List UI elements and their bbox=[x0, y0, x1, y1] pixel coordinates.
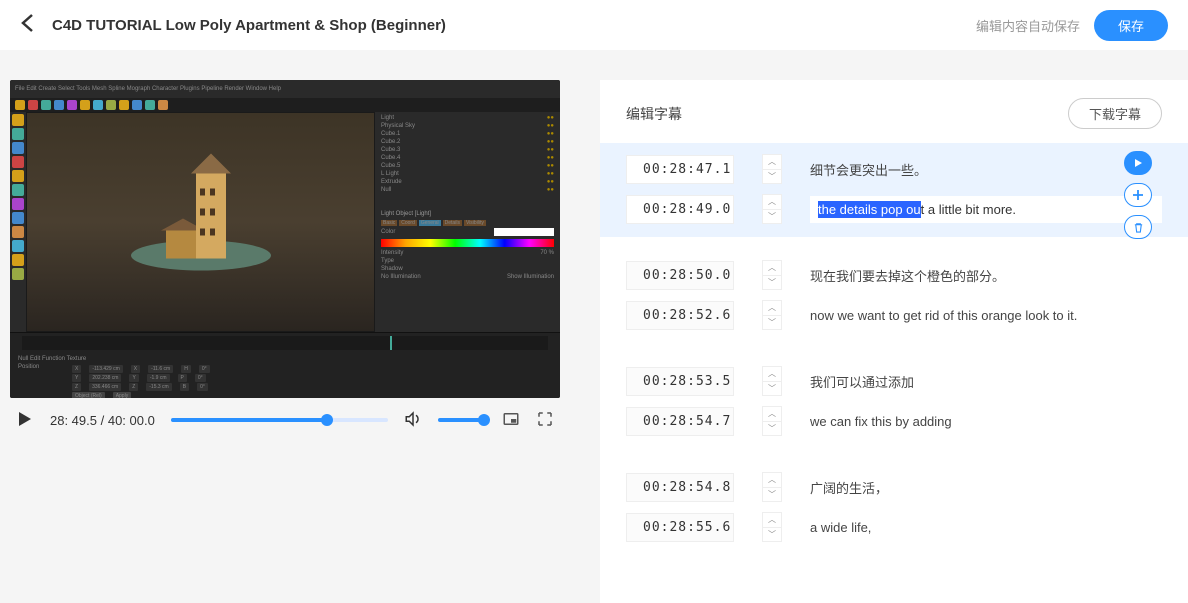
subtitle-row: 00:28:54.8 ︿﹀ 广阔的生活， bbox=[626, 467, 1162, 507]
time-spinner[interactable]: ︿﹀ bbox=[762, 406, 782, 436]
main: File Edit Create Select Tools Mesh Splin… bbox=[0, 50, 1188, 603]
fullscreen-icon[interactable] bbox=[536, 410, 554, 431]
c4d-3d-viewport bbox=[26, 112, 375, 332]
timestamp-input[interactable]: 00:28:54.8 bbox=[626, 473, 734, 502]
subtitle-text[interactable]: 细节会更突出一些。 bbox=[810, 160, 1162, 179]
pip-icon[interactable] bbox=[502, 410, 520, 431]
c4d-menubar: File Edit Create Select Tools Mesh Splin… bbox=[10, 80, 560, 98]
volume-slider[interactable] bbox=[438, 418, 486, 422]
subtitle-row: 00:28:52.6 ︿﹀ now we want to get rid of … bbox=[626, 295, 1162, 335]
subtitle-text[interactable]: 我们可以通过添加 bbox=[810, 372, 1162, 391]
subtitle-panel-title: 编辑字幕 bbox=[626, 104, 682, 124]
auto-save-label: 编辑内容自动保存 bbox=[976, 16, 1080, 35]
header-left: C4D TUTORIAL Low Poly Apartment & Shop (… bbox=[20, 13, 446, 37]
subtitle-panel: 编辑字幕 下载字幕 00:28:47.1 ︿ ﹀ 细节会更突出一些。 00:28… bbox=[600, 80, 1188, 603]
timestamp-input[interactable]: 00:28:47.1 bbox=[626, 155, 734, 184]
time-spinner[interactable]: ︿ ﹀ bbox=[762, 154, 782, 184]
save-button[interactable]: 保存 bbox=[1094, 10, 1168, 41]
progress-bar[interactable] bbox=[171, 418, 388, 422]
spin-down-icon: ﹀ bbox=[763, 210, 781, 224]
c4d-left-toolbar bbox=[10, 112, 26, 332]
subtitle-row: 00:28:54.7 ︿﹀ we can fix this by adding bbox=[626, 401, 1162, 441]
video-viewport[interactable]: File Edit Create Select Tools Mesh Splin… bbox=[10, 80, 560, 398]
subtitle-row: 00:28:53.5 ︿﹀ 我们可以通过添加 bbox=[626, 361, 1162, 401]
time-spinner[interactable]: ︿﹀ bbox=[762, 366, 782, 396]
subtitle-panel-header: 编辑字幕 下载字幕 bbox=[600, 80, 1188, 143]
timestamp-input[interactable]: 00:28:54.7 bbox=[626, 407, 734, 436]
subtitle-row: 00:28:49.0 ︿ ﹀ the details pop out a lit… bbox=[626, 189, 1162, 229]
c4d-body: Light●● Physical Sky●● Cube.1●● Cube.2●●… bbox=[10, 112, 560, 332]
play-button[interactable] bbox=[16, 410, 34, 431]
subtitle-text[interactable]: 现在我们要去掉这个橙色的部分。 bbox=[810, 266, 1162, 285]
page-title: C4D TUTORIAL Low Poly Apartment & Shop (… bbox=[52, 17, 446, 34]
subtitle-text[interactable]: we can fix this by adding bbox=[810, 414, 1162, 429]
subtitle-block[interactable]: 00:28:54.8 ︿﹀ 广阔的生活， 00:28:55.6 ︿﹀ a wid… bbox=[600, 461, 1188, 555]
delete-subtitle-button[interactable] bbox=[1124, 215, 1152, 239]
subtitle-row: 00:28:50.0 ︿﹀ 现在我们要去掉这个橙色的部分。 bbox=[626, 255, 1162, 295]
download-subtitle-button[interactable]: 下载字幕 bbox=[1068, 98, 1162, 129]
time-spinner[interactable]: ︿ ﹀ bbox=[762, 194, 782, 224]
subtitle-block[interactable]: 00:28:53.5 ︿﹀ 我们可以通过添加 00:28:54.7 ︿﹀ we … bbox=[600, 355, 1188, 449]
time-spinner[interactable]: ︿﹀ bbox=[762, 472, 782, 502]
header-bar: C4D TUTORIAL Low Poly Apartment & Shop (… bbox=[0, 0, 1188, 50]
subtitle-block[interactable]: 00:28:50.0 ︿﹀ 现在我们要去掉这个橙色的部分。 00:28:52.6… bbox=[600, 249, 1188, 343]
subtitle-text[interactable]: 广阔的生活， bbox=[810, 478, 1162, 497]
spin-down-icon: ﹀ bbox=[763, 170, 781, 184]
time-spinner[interactable]: ︿﹀ bbox=[762, 512, 782, 542]
time-spinner[interactable]: ︿﹀ bbox=[762, 300, 782, 330]
timestamp-input[interactable]: 00:28:52.6 bbox=[626, 301, 734, 330]
timestamp-input[interactable]: 00:28:50.0 bbox=[626, 261, 734, 290]
subtitle-text-input[interactable]: the details pop out a little bit more. bbox=[810, 196, 1162, 223]
c4d-toolbar bbox=[10, 98, 560, 112]
timestamp-input[interactable]: 00:28:53.5 bbox=[626, 367, 734, 396]
c4d-scene-panel: Light●● Physical Sky●● Cube.1●● Cube.2●●… bbox=[375, 112, 560, 332]
header-right: 编辑内容自动保存 保存 bbox=[976, 10, 1168, 41]
time-spinner[interactable]: ︿﹀ bbox=[762, 260, 782, 290]
c4d-timeline-panel: Null Edit Function Texture Position X-11… bbox=[10, 332, 560, 398]
timestamp-input[interactable]: 00:28:55.6 bbox=[626, 513, 734, 542]
volume-icon[interactable] bbox=[404, 410, 422, 431]
add-subtitle-button[interactable] bbox=[1124, 183, 1152, 207]
subtitle-row: 00:28:55.6 ︿﹀ a wide life, bbox=[626, 507, 1162, 547]
subtitle-text[interactable]: now we want to get rid of this orange lo… bbox=[810, 308, 1162, 323]
video-controls: 28: 49.5 / 40: 00.0 bbox=[10, 398, 560, 442]
spin-up-icon: ︿ bbox=[763, 195, 781, 210]
time-display: 28: 49.5 / 40: 00.0 bbox=[50, 413, 155, 428]
play-subtitle-button[interactable] bbox=[1124, 151, 1152, 175]
spin-up-icon: ︿ bbox=[763, 155, 781, 170]
back-button[interactable] bbox=[20, 13, 34, 37]
video-pane: File Edit Create Select Tools Mesh Splin… bbox=[0, 80, 560, 603]
timestamp-input[interactable]: 00:28:49.0 bbox=[626, 195, 734, 224]
subtitle-row: 00:28:47.1 ︿ ﹀ 细节会更突出一些。 bbox=[626, 149, 1162, 189]
subtitle-block[interactable]: 00:28:47.1 ︿ ﹀ 细节会更突出一些。 00:28:49.0 ︿ ﹀ … bbox=[600, 143, 1188, 237]
subtitle-text[interactable]: a wide life, bbox=[810, 520, 1162, 535]
